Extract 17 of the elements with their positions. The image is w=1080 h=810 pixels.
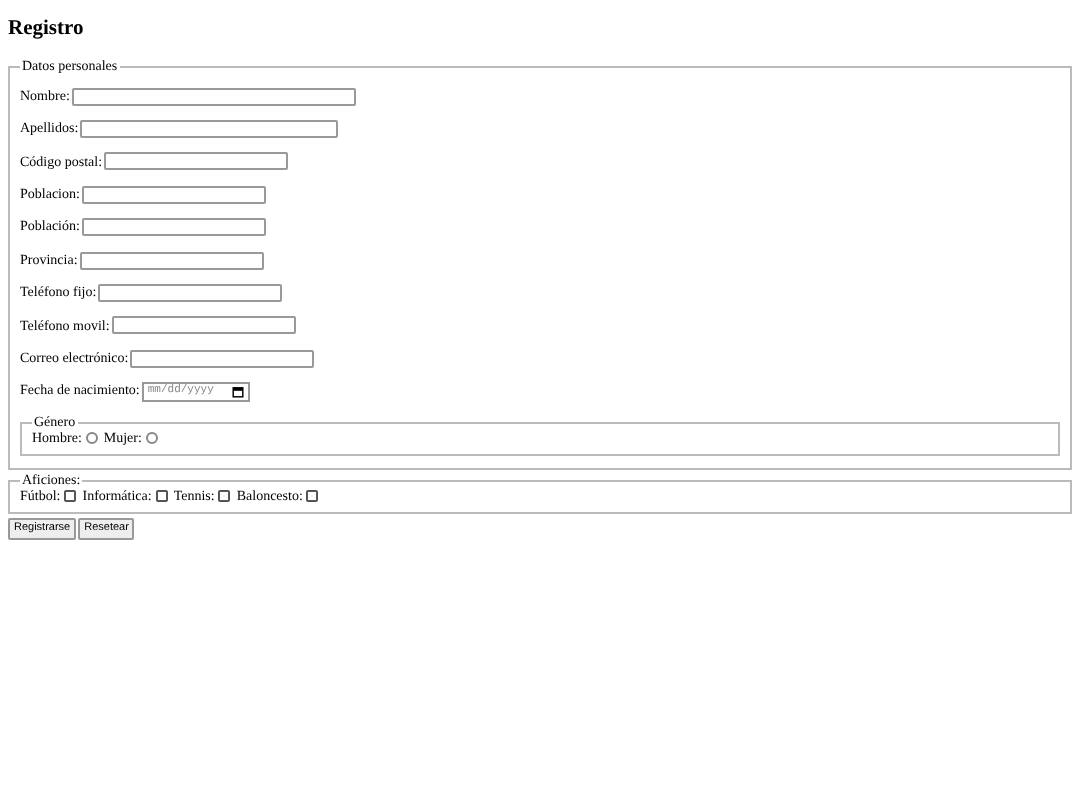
checkbox[interactable]	[306, 490, 319, 503]
text-field[interactable]	[79, 251, 264, 270]
text-field[interactable]	[98, 283, 283, 302]
text-field[interactable]	[71, 87, 356, 106]
text-field[interactable]	[81, 218, 266, 237]
text-field[interactable]	[81, 185, 266, 204]
text-field[interactable]	[130, 349, 315, 368]
calendar-icon[interactable]	[231, 385, 244, 398]
checkbox[interactable]	[218, 490, 231, 503]
text-field[interactable]	[104, 152, 289, 171]
text-field[interactable]	[80, 119, 339, 138]
radio-button[interactable]	[85, 431, 98, 444]
radio-button[interactable]	[145, 431, 158, 444]
page-title: Registro	[8, 18, 86, 44]
text-field[interactable]	[111, 316, 296, 335]
checkbox[interactable]	[155, 490, 168, 503]
checkbox[interactable]	[64, 490, 77, 503]
